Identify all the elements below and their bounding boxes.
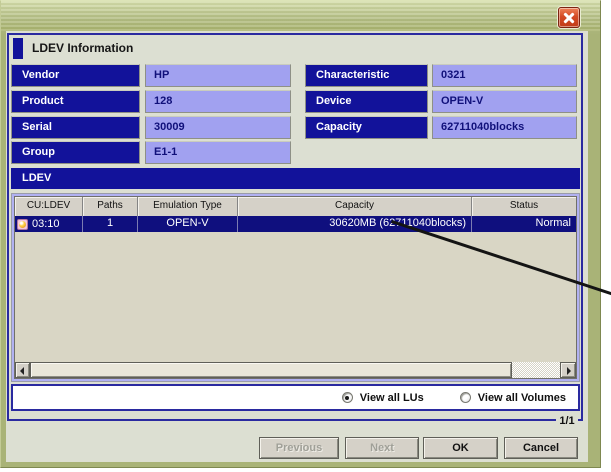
radio-selected-icon xyxy=(342,392,353,403)
cell-paths: 1 xyxy=(83,216,138,232)
table-row[interactable]: 03:10 1 OPEN-V 30620MB (62711040blocks) … xyxy=(15,216,576,232)
cancel-button[interactable]: Cancel xyxy=(504,437,578,459)
field-value-product: 128 xyxy=(145,90,291,113)
scrollbar-thumb[interactable] xyxy=(30,362,512,378)
page-title: LDEV Information xyxy=(32,41,133,55)
cell-capacity: 30620MB (62711040blocks) xyxy=(238,216,472,232)
field-value-vendor: HP xyxy=(145,64,291,87)
close-button[interactable] xyxy=(558,7,580,28)
radio-unselected-icon xyxy=(460,392,471,403)
view-options-bar: View all LUs View all Volumes xyxy=(11,384,580,411)
field-value-characteristic: 0321 xyxy=(432,64,577,87)
field-label-serial: Serial xyxy=(11,116,140,139)
field-label-characteristic: Characteristic xyxy=(305,64,428,87)
screenshot-root: LDEV Information Vendor HP Product 128 S… xyxy=(0,0,611,472)
next-button[interactable]: Next xyxy=(345,437,419,459)
radio-label: View all Volumes xyxy=(478,392,566,404)
cell-emulation: OPEN-V xyxy=(138,216,238,232)
column-header-emulation[interactable]: Emulation Type xyxy=(138,197,238,216)
column-header-culdev[interactable]: CU:LDEV xyxy=(15,197,83,216)
scroll-right-button[interactable] xyxy=(560,362,576,378)
table-empty-area xyxy=(15,232,576,362)
field-label-capacity: Capacity xyxy=(305,116,428,139)
table-header-row: CU:LDEV Paths Emulation Type Capacity St… xyxy=(15,197,576,216)
field-value-group: E1-1 xyxy=(145,141,291,164)
cu-ldev-text: 03:10 xyxy=(32,217,60,232)
scroll-left-icon xyxy=(20,367,24,375)
field-label-group: Group xyxy=(11,141,140,164)
radio-view-all-volumes[interactable]: View all Volumes xyxy=(460,392,566,404)
field-value-device: OPEN-V xyxy=(432,90,577,113)
column-header-paths[interactable]: Paths xyxy=(83,197,138,216)
scroll-right-icon xyxy=(567,367,571,375)
field-value-capacity: 62711040blocks xyxy=(432,116,577,139)
radio-view-all-lus[interactable]: View all LUs xyxy=(342,392,424,404)
cell-status: Normal xyxy=(472,216,576,232)
page-indicator: 1/1 xyxy=(556,413,578,429)
ldev-section-header: LDEV xyxy=(11,168,580,189)
column-header-capacity[interactable]: Capacity xyxy=(238,197,472,216)
field-value-serial: 30009 xyxy=(145,116,291,139)
column-header-status[interactable]: Status xyxy=(472,197,576,216)
field-label-device: Device xyxy=(305,90,428,113)
close-icon xyxy=(563,11,576,24)
radio-label: View all LUs xyxy=(360,392,424,404)
volume-icon xyxy=(17,219,28,230)
horizontal-scrollbar[interactable] xyxy=(15,362,576,378)
ok-button[interactable]: OK xyxy=(423,437,498,459)
heading-marker xyxy=(13,38,23,59)
field-label-product: Product xyxy=(11,90,140,113)
previous-button[interactable]: Previous xyxy=(259,437,339,459)
dialog-titlebar[interactable] xyxy=(1,1,600,31)
field-label-vendor: Vendor xyxy=(11,64,140,87)
cell-cu-ldev: 03:10 xyxy=(15,216,83,232)
scroll-left-button[interactable] xyxy=(15,362,30,378)
